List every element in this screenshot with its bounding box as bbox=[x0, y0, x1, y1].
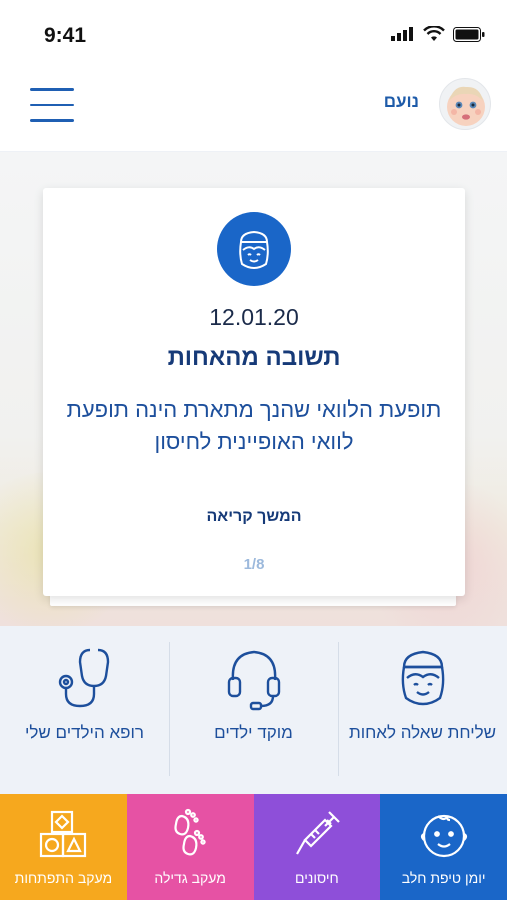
app-header: נועם bbox=[0, 70, 507, 152]
syringe-icon bbox=[295, 811, 340, 855]
wifi-icon bbox=[423, 26, 445, 41]
baby-face-icon bbox=[420, 814, 467, 858]
card-title: תשובה מהאחות bbox=[167, 344, 341, 371]
kids-hotline-label: מוקד ילדים bbox=[214, 723, 293, 742]
user-name[interactable]: נועם bbox=[384, 92, 419, 112]
battery-icon bbox=[453, 26, 485, 42]
divider bbox=[338, 642, 339, 776]
my-pediatrician-label: רופא הילדים שלי bbox=[24, 723, 145, 742]
footprints-icon bbox=[174, 808, 206, 856]
card-date: 12.01.20 bbox=[209, 304, 299, 330]
kids-hotline-button[interactable]: מוקד ילדים bbox=[169, 626, 338, 794]
nav-growth-label: מעקב גדילה bbox=[154, 870, 226, 886]
nurse-badge bbox=[217, 212, 291, 286]
read-more-link[interactable]: המשך קריאה bbox=[43, 508, 465, 526]
status-time: 9:41 bbox=[44, 24, 87, 47]
hamburger-menu-button[interactable] bbox=[30, 88, 74, 122]
signal-icon bbox=[391, 27, 413, 41]
headset-icon bbox=[227, 650, 280, 711]
hero-section: 12.01.20 תשובה מהאחות תופעת הלוואי שהנך … bbox=[0, 152, 507, 626]
nav-growth-tracking[interactable]: מעקב גדילה bbox=[126, 794, 254, 900]
nurse-icon bbox=[239, 230, 269, 270]
nav-development-label: מעקב התפתחות bbox=[14, 870, 113, 886]
avatar[interactable] bbox=[439, 78, 491, 130]
nav-development-tracking[interactable]: מעקב התפתחות bbox=[0, 794, 127, 900]
bottom-nav: מעקב התפתחות מעקב גדילה חיסונים יומן טיפ… bbox=[0, 794, 507, 900]
baby-avatar-icon bbox=[447, 86, 485, 126]
card-body: תופעת הלוואי שהנך מתארת הינה תופעת לוואי… bbox=[66, 397, 442, 454]
card-pager: 1/8 bbox=[243, 556, 265, 573]
nurse-icon bbox=[401, 650, 444, 706]
blocks-icon bbox=[40, 810, 87, 858]
nurse-answer-card[interactable]: 12.01.20 תשובה מהאחות תופעת הלוואי שהנך … bbox=[43, 188, 465, 596]
services-row: שליחת שאלה לאחות מוקד ילדים רופא הילדים … bbox=[0, 626, 507, 794]
nav-baby-clinic-diary[interactable]: יומן טיפת חלב bbox=[380, 794, 507, 900]
status-icons bbox=[391, 26, 485, 42]
ask-nurse-button[interactable]: שליחת שאלה לאחות bbox=[338, 626, 507, 794]
nav-vaccinations-label: חיסונים bbox=[295, 870, 339, 886]
my-pediatrician-button[interactable]: רופא הילדים שלי bbox=[0, 626, 169, 794]
divider bbox=[169, 642, 170, 776]
status-bar: 9:41 bbox=[0, 0, 507, 70]
nav-baby-clinic-label: יומן טיפת חלב bbox=[401, 870, 486, 886]
nav-vaccinations[interactable]: חיסונים bbox=[253, 794, 381, 900]
stethoscope-icon bbox=[58, 648, 109, 708]
ask-nurse-label: שליחת שאלה לאחות bbox=[348, 723, 497, 742]
